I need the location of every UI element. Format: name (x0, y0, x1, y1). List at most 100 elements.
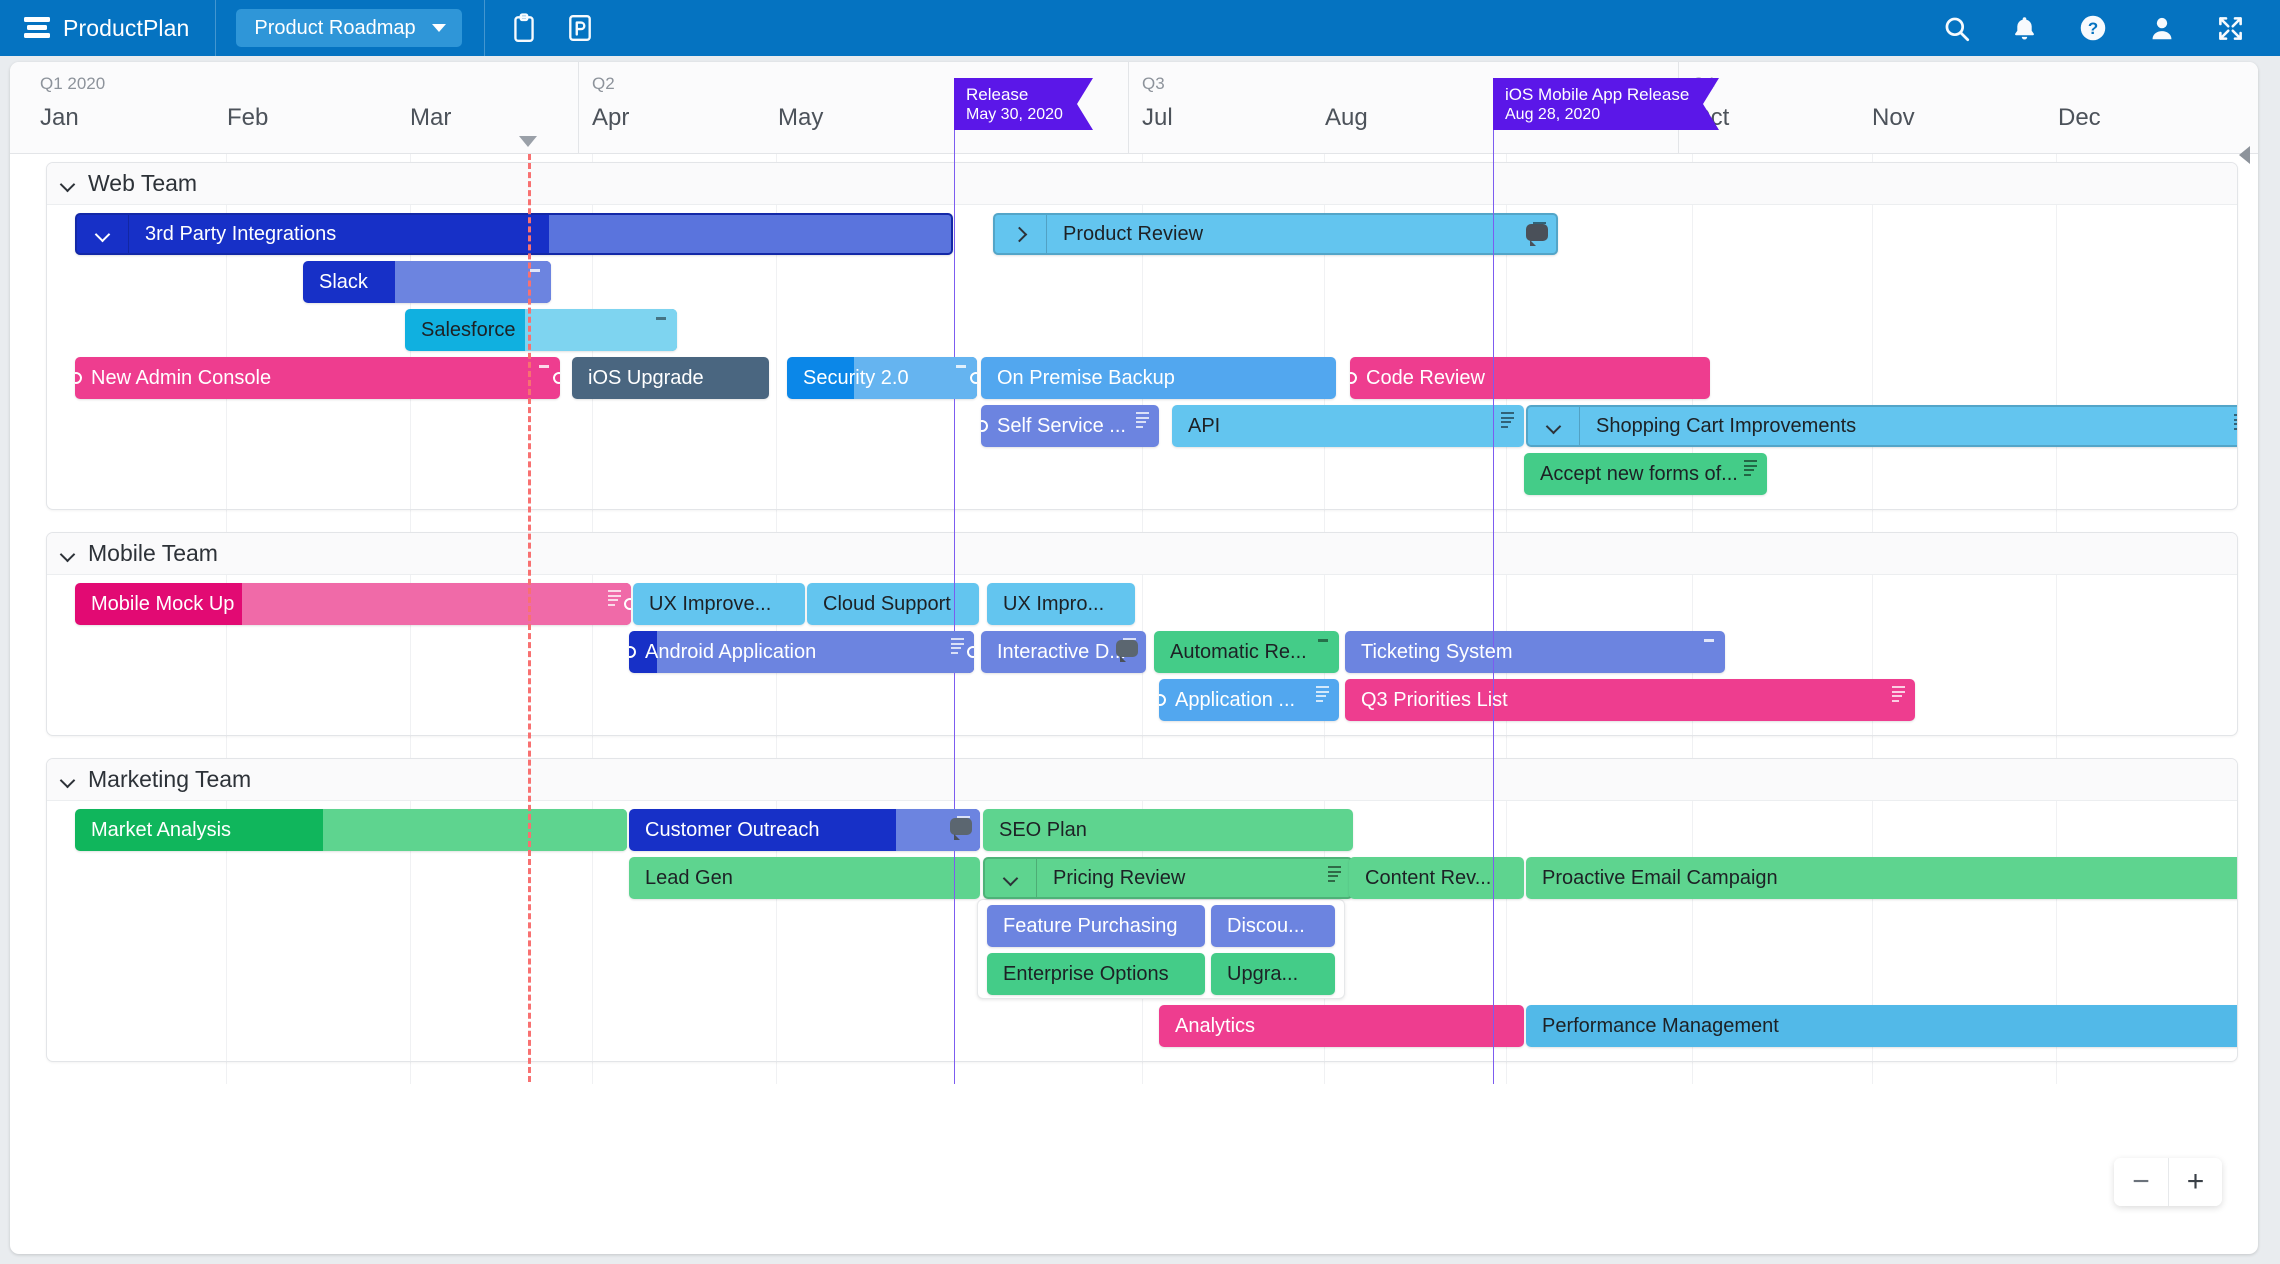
milestone-flag[interactable]: ReleaseMay 30, 2020 (954, 78, 1077, 130)
roadmap-bar[interactable]: Content Rev... (1349, 857, 1524, 899)
roadmap-bar[interactable]: Upgra... (1211, 953, 1335, 995)
bar-expander-handle[interactable] (77, 215, 129, 253)
brand-logo[interactable]: ProductPlan (0, 0, 216, 56)
roadmap-bar[interactable]: Salesforce (405, 309, 677, 351)
lane-header[interactable]: Marketing Team (47, 759, 2237, 801)
roadmap-bar[interactable]: Lead Gen (629, 857, 980, 899)
roadmap-bar[interactable]: Mobile Mock Up (75, 583, 631, 625)
lane-header[interactable]: Web Team (47, 163, 2237, 205)
milestone-flag[interactable]: iOS Mobile App ReleaseAug 28, 2020 (1493, 78, 1703, 130)
roadmap-bar[interactable]: Q3 Priorities List (1345, 679, 1915, 721)
roadmap-bar[interactable]: Discou... (1211, 905, 1335, 947)
roadmap-bar[interactable]: Interactive D... (981, 631, 1146, 673)
bar-marker-icon (956, 365, 966, 368)
chevron-down-icon[interactable] (61, 547, 75, 561)
bar-marker-icon (539, 365, 549, 368)
roadmap-bar[interactable]: Pricing Review (983, 857, 1353, 899)
roadmap-bar[interactable]: Enterprise Options (987, 953, 1205, 995)
lane-title: Marketing Team (88, 766, 251, 793)
roadmap-bar[interactable]: Security 2.0 (787, 357, 977, 399)
chevron-down-icon[interactable] (1004, 871, 1018, 885)
timeline-header: Q1 2020Q2Q3Q4JanFebMarAprMayJulAugOctNov… (10, 62, 2258, 154)
roadmap-bar[interactable]: SEO Plan (983, 809, 1353, 851)
bar-label: Application ... (1175, 689, 1295, 712)
bar-progress-remainder (549, 215, 951, 253)
user-icon[interactable] (2149, 15, 2175, 42)
dependency-connector-right[interactable] (970, 372, 977, 384)
bar-expander-handle[interactable] (995, 215, 1047, 253)
chevron-down-icon[interactable] (1547, 419, 1561, 433)
dependency-connector-left[interactable] (1159, 694, 1166, 706)
roadmap-bar[interactable]: New Admin Console (75, 357, 560, 399)
roadmap-bar[interactable]: iOS Upgrade (572, 357, 769, 399)
roadmap-bar[interactable]: Market Analysis (75, 809, 627, 851)
roadmap-bar[interactable]: Customer Outreach (629, 809, 980, 851)
roadmap-bar[interactable]: UX Impro... (987, 583, 1135, 625)
lane-header[interactable]: Mobile Team (47, 533, 2237, 575)
lane-body: Mobile Mock UpUX Improve...Cloud Support… (47, 575, 2237, 735)
search-icon[interactable] (1943, 15, 1970, 42)
dependency-connector-left[interactable] (75, 372, 82, 384)
today-marker-handle[interactable] (519, 136, 537, 147)
topbar-right-actions: ? (1943, 14, 2280, 42)
help-circle-icon[interactable]: ? (2079, 14, 2107, 42)
roadmap-bar[interactable]: Performance Management (1526, 1005, 2238, 1047)
roadmap-bar[interactable]: UX Improve... (633, 583, 805, 625)
roadmap-selector-dropdown[interactable]: Product Roadmap (236, 9, 461, 47)
dependency-connector-right[interactable] (624, 598, 631, 610)
bar-progress-ticks-icon (608, 590, 621, 606)
roadmap-bar[interactable]: Self Service ... (981, 405, 1159, 447)
bar-label: Performance Management (1542, 1015, 1779, 1038)
roadmap-bar[interactable]: 3rd Party Integrations (75, 213, 953, 255)
roadmap-bar[interactable]: Accept new forms of... (1524, 453, 1767, 495)
comment-bubble-icon[interactable] (950, 818, 972, 835)
roadmap-bar[interactable]: Ticketing System (1345, 631, 1725, 673)
p-square-icon[interactable] (567, 14, 593, 42)
comment-bubble-icon[interactable] (1116, 640, 1138, 657)
chevron-right-icon[interactable] (1014, 227, 1028, 241)
roadmap-bar[interactable]: Shopping Cart Improvements (1526, 405, 2238, 447)
dependency-connector-right[interactable] (553, 372, 560, 384)
roadmap-bar[interactable]: Code Review (1350, 357, 1710, 399)
bar-label: Mobile Mock Up (91, 593, 234, 616)
roadmap-bar[interactable]: Feature Purchasing (987, 905, 1205, 947)
chevron-down-icon[interactable] (96, 227, 110, 241)
zoom-out-button[interactable]: − (2114, 1158, 2168, 1206)
bar-label: Accept new forms of... (1540, 463, 1738, 486)
roadmap-bar[interactable]: On Premise Backup (981, 357, 1336, 399)
bar-progress-ticks-icon (1892, 686, 1905, 702)
dependency-connector-left[interactable] (981, 420, 988, 432)
clipboard-icon[interactable] (511, 13, 537, 43)
zoom-in-button[interactable]: + (2168, 1158, 2222, 1206)
lane-body: Market AnalysisCustomer OutreachSEO Plan… (47, 801, 2237, 1061)
panel-collapse-arrow-icon[interactable] (2239, 146, 2250, 164)
bar-expander-handle[interactable] (1528, 407, 1580, 445)
chevron-down-icon[interactable] (61, 773, 75, 787)
roadmap-bar[interactable]: Automatic Re... (1154, 631, 1339, 673)
month-label: Nov (1872, 104, 1915, 132)
chevron-down-icon[interactable] (61, 177, 75, 191)
bell-icon[interactable] (2012, 15, 2037, 42)
bar-progress-remainder (323, 809, 627, 851)
bar-label: Android Application (645, 641, 816, 664)
dependency-connector-left[interactable] (1350, 372, 1357, 384)
roadmap-bar[interactable]: API (1172, 405, 1524, 447)
bar-marker-icon (1318, 639, 1328, 642)
roadmap-bar[interactable]: Android Application (629, 631, 974, 673)
dependency-connector-right[interactable] (967, 646, 974, 658)
expand-arrows-icon[interactable] (2217, 15, 2244, 42)
roadmap-bar[interactable]: Analytics (1159, 1005, 1524, 1047)
top-navigation-bar: ProductPlan Product Roadmap (0, 0, 2280, 56)
bar-label: iOS Upgrade (588, 367, 704, 390)
roadmap-bar[interactable]: Product Review (993, 213, 1558, 255)
roadmap-bar[interactable]: Application ... (1159, 679, 1339, 721)
dependency-connector-left[interactable] (629, 646, 636, 658)
bar-label: Shopping Cart Improvements (1580, 415, 1856, 438)
bar-progress-ticks-icon (1136, 412, 1149, 428)
bar-progress-ticks-icon (2234, 414, 2238, 430)
comment-bubble-icon[interactable] (1526, 224, 1548, 241)
bar-expander-handle[interactable] (985, 859, 1037, 897)
roadmap-bar[interactable]: Slack (303, 261, 551, 303)
roadmap-bar[interactable]: Proactive Email Campaign (1526, 857, 2238, 899)
bar-label: Content Rev... (1365, 867, 1491, 890)
